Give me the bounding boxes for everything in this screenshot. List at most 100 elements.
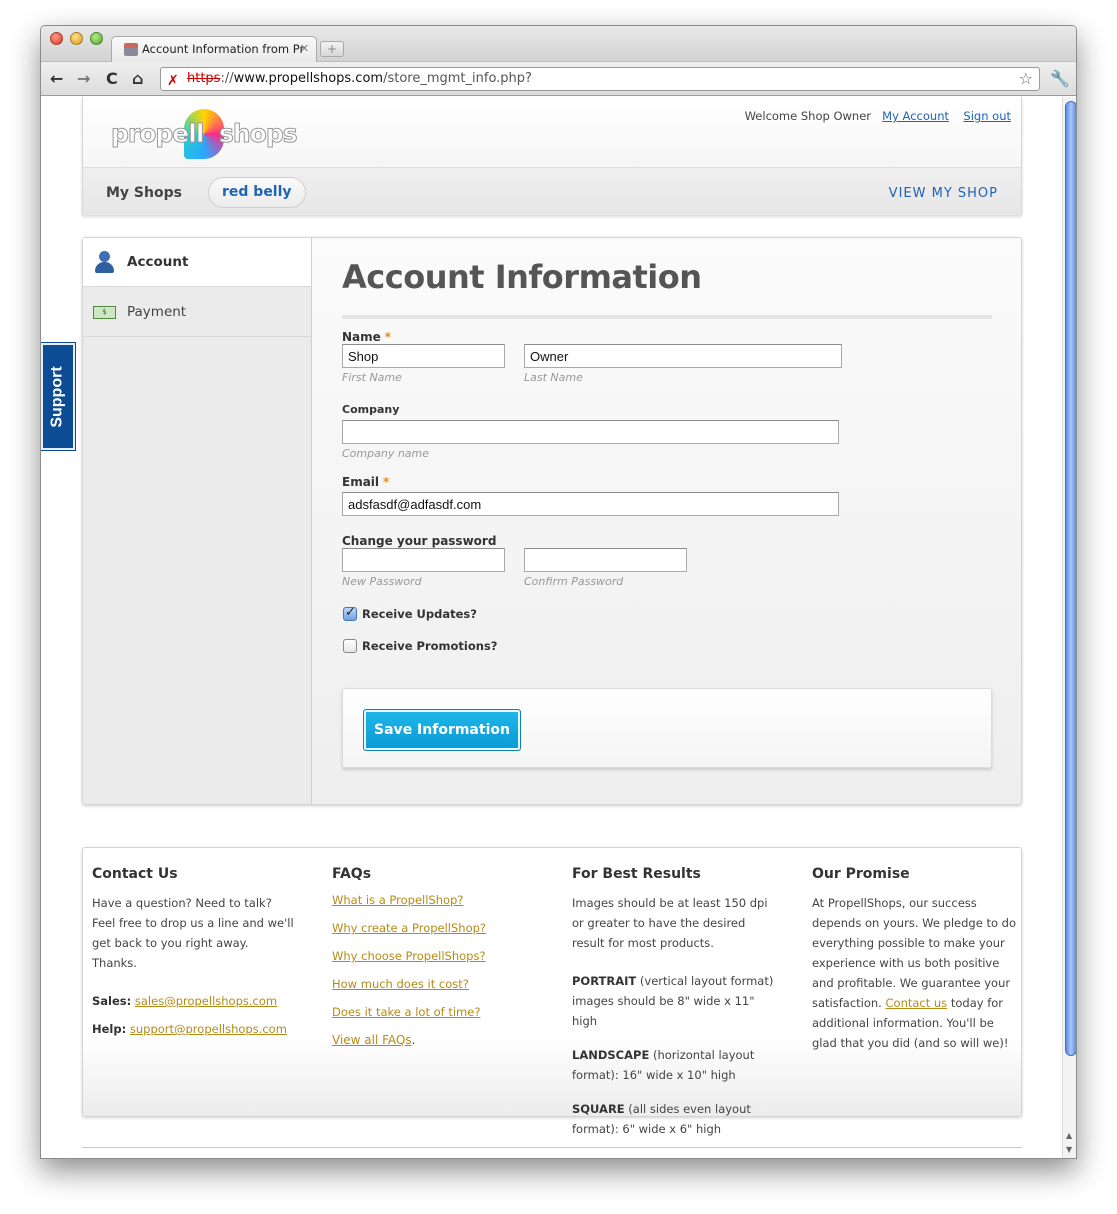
url-separator: ://	[220, 71, 234, 86]
last-name-hint: Last Name	[524, 371, 583, 384]
browser-toolbar: ← → C ⌂ ✗ https://www.propellshops.com/s…	[41, 62, 1076, 96]
view-all-faqs-line: View all FAQs.	[332, 1033, 416, 1047]
promise-text: At PropellShops, our success depends on …	[812, 896, 1016, 1050]
url-host: www.propellshops.com	[233, 71, 384, 86]
company-field[interactable]	[342, 420, 839, 444]
receive-promotions-checkbox[interactable]	[343, 639, 357, 653]
title-divider	[342, 315, 992, 319]
back-arrow-icon[interactable]: ←	[50, 69, 63, 88]
page-viewport: propell shops Welcome Shop Owner My Acco…	[41, 97, 1062, 1158]
contact-text: Have a question? Need to talk? Feel free…	[92, 896, 294, 970]
view-my-shop-link[interactable]: VIEW MY SHOP	[889, 186, 998, 201]
side-nav: Account $ Payment	[83, 238, 312, 804]
support-label: Support	[49, 365, 67, 428]
receive-updates-label[interactable]: Receive Updates?	[362, 607, 477, 621]
sidebar-item-account[interactable]: Account	[83, 238, 311, 287]
account-panel: Account $ Payment Account Information Na…	[82, 237, 1022, 805]
footer-contact-column: Contact Us Have a question? Need to talk…	[92, 866, 297, 1043]
scroll-down-arrow-icon[interactable]: ▼	[1066, 1145, 1072, 1154]
company-label: Company	[342, 403, 400, 416]
help-email-link[interactable]: support@propellshops.com	[130, 1022, 287, 1036]
help-line: Help: support@propellshops.com	[92, 1022, 287, 1036]
site-header: propell shops Welcome Shop Owner My Acco…	[82, 97, 1022, 215]
support-tab[interactable]: Support	[41, 342, 76, 451]
promise-title: Our Promise	[812, 866, 910, 882]
browser-window: Account Information from Pr ✕ + ← → C ⌂ …	[40, 25, 1077, 1159]
money-icon: $	[93, 300, 116, 322]
bookmark-star-icon[interactable]: ☆	[1019, 68, 1033, 90]
shop-nav-bar: My Shops red belly VIEW MY SHOP	[83, 167, 1021, 215]
sales-line: Sales: sales@propellshops.com	[92, 994, 278, 1008]
view-all-faqs-link[interactable]: View all FAQs	[332, 1033, 412, 1047]
sidebar-item-label: Account	[127, 254, 189, 270]
wrench-menu-icon[interactable]: 🔧	[1050, 69, 1070, 88]
footer-promise-column: Our Promise At PropellShops, our success…	[812, 866, 1017, 1053]
last-name-field[interactable]	[524, 344, 842, 368]
save-box: Save Information	[342, 688, 992, 768]
best-results-intro: Images should be at least 150 dpi or gre…	[572, 896, 768, 950]
logo-text-right: shops	[219, 119, 299, 149]
sidebar-item-payment[interactable]: $ Payment	[83, 287, 311, 337]
portrait-note: PORTRAIT (vertical layout format) images…	[572, 974, 774, 1028]
first-name-field[interactable]	[342, 344, 505, 368]
address-bar[interactable]: ✗ https://www.propellshops.com/store_mgm…	[160, 67, 1040, 91]
faq-link[interactable]: How much does it cost?	[332, 970, 537, 998]
site-footer: Contact Us Have a question? Need to talk…	[82, 847, 1022, 1136]
name-label: Name *	[342, 330, 392, 344]
vertical-scrollbar[interactable]: ▲ ▼	[1062, 97, 1076, 1158]
footer-best-results-column: For Best Results Images should be at lea…	[572, 866, 777, 1139]
my-account-link[interactable]: My Account	[882, 109, 949, 123]
scrollbar-thumb[interactable]	[1065, 101, 1076, 1056]
home-icon[interactable]: ⌂	[132, 69, 143, 88]
tab-close-icon[interactable]: ✕	[300, 42, 309, 55]
email-label: Email *	[342, 475, 390, 489]
company-hint: Company name	[342, 447, 430, 460]
sign-out-link[interactable]: Sign out	[963, 109, 1011, 123]
confirm-password-hint: Confirm Password	[524, 575, 624, 588]
user-icon	[93, 251, 115, 273]
logo-text-left: propell	[110, 119, 204, 149]
bottom-divider	[82, 1147, 1022, 1148]
receive-updates-checkbox[interactable]	[343, 605, 357, 621]
email-field[interactable]	[342, 492, 839, 516]
confirm-password-field[interactable]	[524, 548, 687, 572]
sales-email-link[interactable]: sales@propellshops.com	[135, 994, 277, 1008]
best-results-title: For Best Results	[572, 866, 701, 882]
faq-link[interactable]: Does it take a lot of time?	[332, 998, 537, 1026]
minimize-window-button[interactable]	[70, 32, 83, 45]
new-password-hint: New Password	[342, 575, 422, 588]
url-scheme: https	[187, 71, 221, 86]
footer-faqs-column: FAQs What is a PropellShop? Why create a…	[332, 866, 537, 1054]
landscape-note: LANDSCAPE (horizontal layout format): 16…	[572, 1048, 755, 1082]
faqs-title: FAQs	[332, 866, 372, 882]
maximize-window-button[interactable]	[90, 32, 103, 45]
new-tab-button[interactable]: +	[320, 41, 344, 57]
first-name-hint: First Name	[342, 371, 402, 384]
password-label: Change your password	[342, 534, 497, 548]
propellshops-logo[interactable]: propell shops	[110, 109, 301, 159]
sidebar-item-label: Payment	[127, 304, 187, 320]
page-title: Account Information	[342, 258, 702, 296]
shop-selector-pill[interactable]: red belly	[208, 177, 306, 208]
tab-title: Account Information from Pr	[142, 42, 305, 56]
close-window-button[interactable]	[50, 32, 63, 45]
url-path: /store_mgmt_info.php?	[383, 71, 532, 86]
scroll-up-arrow-icon[interactable]: ▲	[1066, 1131, 1072, 1140]
receive-promotions-label[interactable]: Receive Promotions?	[362, 639, 497, 653]
square-note: SQUARE (all sides even layout format): 6…	[572, 1102, 751, 1136]
title-bar: Account Information from Pr ✕ +	[41, 26, 1076, 62]
contact-title: Contact Us	[92, 866, 178, 882]
welcome-text: Welcome Shop Owner	[744, 109, 871, 123]
faq-link[interactable]: Why choose PropellShops?	[332, 942, 537, 970]
faq-link[interactable]: What is a PropellShop?	[332, 886, 537, 914]
broken-lock-icon: ✗	[167, 73, 179, 89]
contact-us-link[interactable]: Contact us	[886, 996, 948, 1010]
save-information-button[interactable]: Save Information	[363, 709, 521, 751]
forward-arrow-icon[interactable]: →	[77, 69, 90, 88]
shop-favicon-icon	[124, 43, 138, 56]
browser-tab[interactable]: Account Information from Pr ✕	[111, 36, 317, 62]
my-shops-label[interactable]: My Shops	[106, 185, 182, 201]
faq-link[interactable]: Why create a PropellShop?	[332, 914, 537, 942]
reload-icon[interactable]: C	[106, 69, 118, 88]
new-password-field[interactable]	[342, 548, 505, 572]
